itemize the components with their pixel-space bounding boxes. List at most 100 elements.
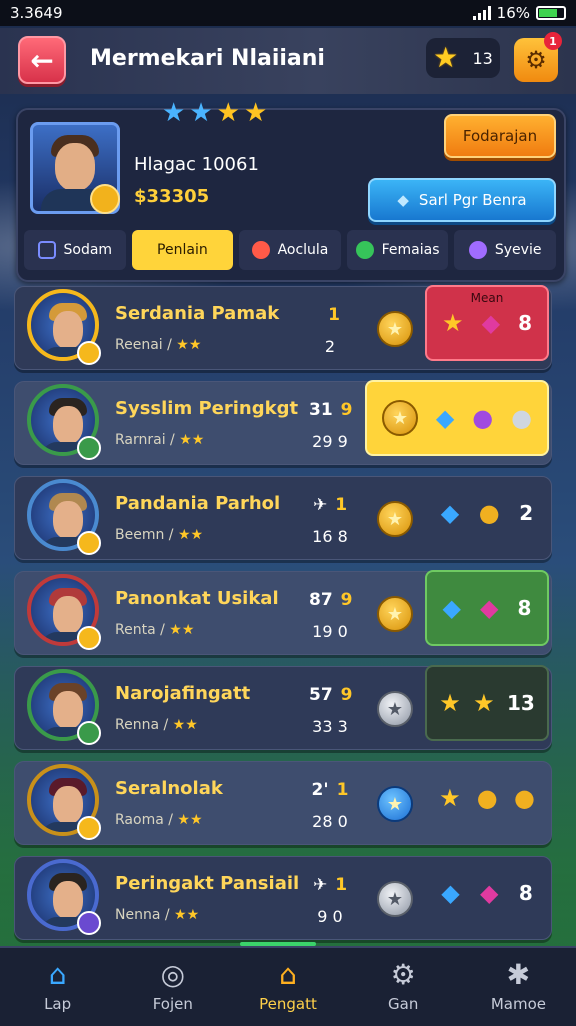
leaderboard-row[interactable]: Panonkat Usikal Renta / ★★ 87 9 19 0 ★ ◆ ◆… (14, 570, 552, 655)
header: ← Mermekari Nlaiiani ★ 13 ⚙ 1 (0, 28, 576, 94)
profile-name: Hlagac 10061 (134, 154, 259, 175)
tab-aoclula[interactable]: Aoclula (239, 230, 341, 270)
nav-gan[interactable]: ⚙ Gan (346, 948, 461, 1026)
reward-box[interactable]: ★ ◆ ● ● (365, 380, 549, 456)
coin-icon: ★ (381, 400, 418, 436)
player-name: Panonkat Usikal (115, 588, 279, 609)
stat-top: 2' 1 (311, 780, 349, 800)
stat-bottom: 28 0 (312, 812, 348, 831)
active-indicator (240, 942, 316, 946)
gem-icon: ◆ (440, 499, 460, 527)
player-subtitle: Rarnrai / ★★ (115, 432, 205, 448)
star-icon: ★★ (168, 717, 198, 733)
stat-bottom: 2 (324, 337, 336, 356)
leaderboard-row[interactable]: Sysslim Peringkgt Rarnrai / ★★ 31 9 29 9 … (14, 380, 552, 465)
reward-box[interactable]: ★ ● ● (425, 760, 549, 836)
tab-syevie[interactable]: Syevie (454, 230, 556, 270)
page-title: Mermekari Nlaiiani (90, 46, 325, 71)
back-button[interactable]: ← (18, 36, 66, 84)
settings-button[interactable]: ⚙ 1 (514, 32, 562, 82)
reward-value: 8 (518, 881, 533, 905)
leaderboard-row[interactable]: Serdania Pamak Reenai / ★★ 1 2 ★ Mean ★ ◆ 8 (14, 285, 552, 370)
star-counter: ★ 13 (426, 38, 500, 78)
profile-panel: Hlagac 10061 $33305 Fodarajan ◆ Sarl Pgr… (16, 108, 566, 282)
reward-box[interactable]: ◆ ◆ 8 (425, 855, 549, 931)
nav-lap[interactable]: ⌂ Lap (0, 948, 115, 1026)
stat-top: 57 9 (309, 685, 353, 705)
gem-icon: ◆ (481, 309, 501, 337)
coin-icon: ● (511, 404, 533, 432)
gear-icon: ⚙ (525, 46, 547, 74)
reward-box[interactable]: ◆ ● 2 (425, 475, 549, 551)
coin-icon: ● (513, 784, 535, 812)
star-icon: ★ (473, 689, 495, 717)
rank-badge-icon (77, 721, 101, 745)
blue-button-label: Sarl Pgr Benra (418, 191, 527, 209)
cog-icon: ✱ (506, 958, 531, 991)
coin-icon: ★ (377, 786, 413, 822)
star-icon: ★★ (173, 527, 204, 543)
reward-value: 13 (506, 691, 535, 715)
star-icon: ★★ (169, 907, 200, 923)
coin-icon: ★ (377, 596, 413, 632)
stat-bottom: 16 8 (312, 527, 348, 546)
stat-bottom: 29 9 (312, 432, 348, 451)
leaderboard-row[interactable]: Narojafingatt Renna / ★★ 57 9 33 3 ★ ★ ★ 13 (14, 665, 552, 750)
reward-box[interactable]: Mean ★ ◆ 8 (425, 285, 549, 361)
reward-value: 8 (518, 311, 532, 335)
home-icon: ⌂ (48, 958, 67, 991)
star-count: 13 (472, 48, 493, 68)
star-icon: ★★ (164, 622, 195, 638)
leaderboard-row[interactable]: Pandania Parhol Beemn / ★★ ✈ 1 16 8 ★ ◆ ● 2 (14, 476, 552, 560)
reward-value: 2 (519, 501, 534, 525)
tab-sodam[interactable]: Sodam (24, 230, 126, 270)
leaderboard-row[interactable]: Seralnolak Raoma / ★★ 2' 1 28 0 ★ ★ ● ● (14, 761, 552, 845)
reward-label: Mean (470, 291, 504, 305)
player-subtitle: Renna / ★★ (115, 717, 198, 733)
reward-value: 8 (517, 596, 532, 620)
gem-icon: ◆ (441, 879, 460, 907)
coin-icon: ★ (377, 311, 413, 347)
tab-bar: Sodam Penlain Aoclula Femaias Syevie (24, 230, 556, 270)
leaderboard-row[interactable]: Peringakt Pansiail Nenna / ★★ ✈ 1 9 0 ★ ◆… (14, 856, 552, 940)
player-name: Serdania Pamak (115, 303, 280, 324)
rank-badge-icon (77, 436, 101, 460)
rank-badge-icon (77, 626, 101, 650)
orange-action-button[interactable]: Fodarajan (444, 114, 556, 158)
gem-icon: ◆ (442, 594, 461, 622)
gem-icon: ◆ (480, 594, 499, 622)
status-time: 3.3649 (10, 4, 63, 22)
coin-icon: ★ (377, 881, 413, 917)
nav-mamoe[interactable]: ✱ Mamoe (461, 948, 576, 1026)
star-icon: ★ (439, 784, 461, 812)
notification-badge: 1 (544, 32, 562, 50)
stat-bottom: 19 0 (312, 622, 348, 641)
nav-pengatt[interactable]: ⌂ Pengatt (230, 948, 345, 1026)
coin-icon (90, 184, 120, 214)
rank-badge-icon (77, 911, 101, 935)
star-icon: ★ (439, 689, 461, 717)
tab-penlain[interactable]: Penlain (131, 230, 234, 270)
rank-badge-icon (77, 531, 101, 555)
star-icon: ★ (442, 309, 464, 337)
player-subtitle: Reenai / ★★ (115, 337, 202, 353)
heart-icon (251, 241, 270, 259)
tab-femaias[interactable]: Femaias (346, 230, 449, 270)
player-name: Pandania Parhol (115, 493, 281, 514)
coin-icon: ★ (377, 501, 413, 537)
star-icon: ★★ (172, 812, 203, 828)
player-name: Peringakt Pansiail (115, 873, 300, 894)
reward-box[interactable]: ◆ ◆ 8 (425, 570, 549, 646)
rank-badge-icon (77, 816, 101, 840)
player-subtitle: Beemn / ★★ (115, 527, 204, 543)
stat-top: ✈ 1 (312, 495, 348, 515)
stat-bottom: 9 0 (317, 907, 343, 926)
nav-fojen[interactable]: ◎ Fojen (115, 948, 230, 1026)
player-name: Narojafingatt (115, 683, 251, 704)
stat-bottom: 33 3 (312, 717, 348, 736)
compass-icon: ◎ (160, 958, 186, 991)
blue-action-button[interactable]: ◆ Sarl Pgr Benra (368, 178, 556, 222)
reward-box[interactable]: ★ ★ 13 (425, 665, 549, 741)
player-subtitle: Renta / ★★ (115, 622, 195, 638)
rating-stars: ★★★★ (162, 98, 272, 128)
